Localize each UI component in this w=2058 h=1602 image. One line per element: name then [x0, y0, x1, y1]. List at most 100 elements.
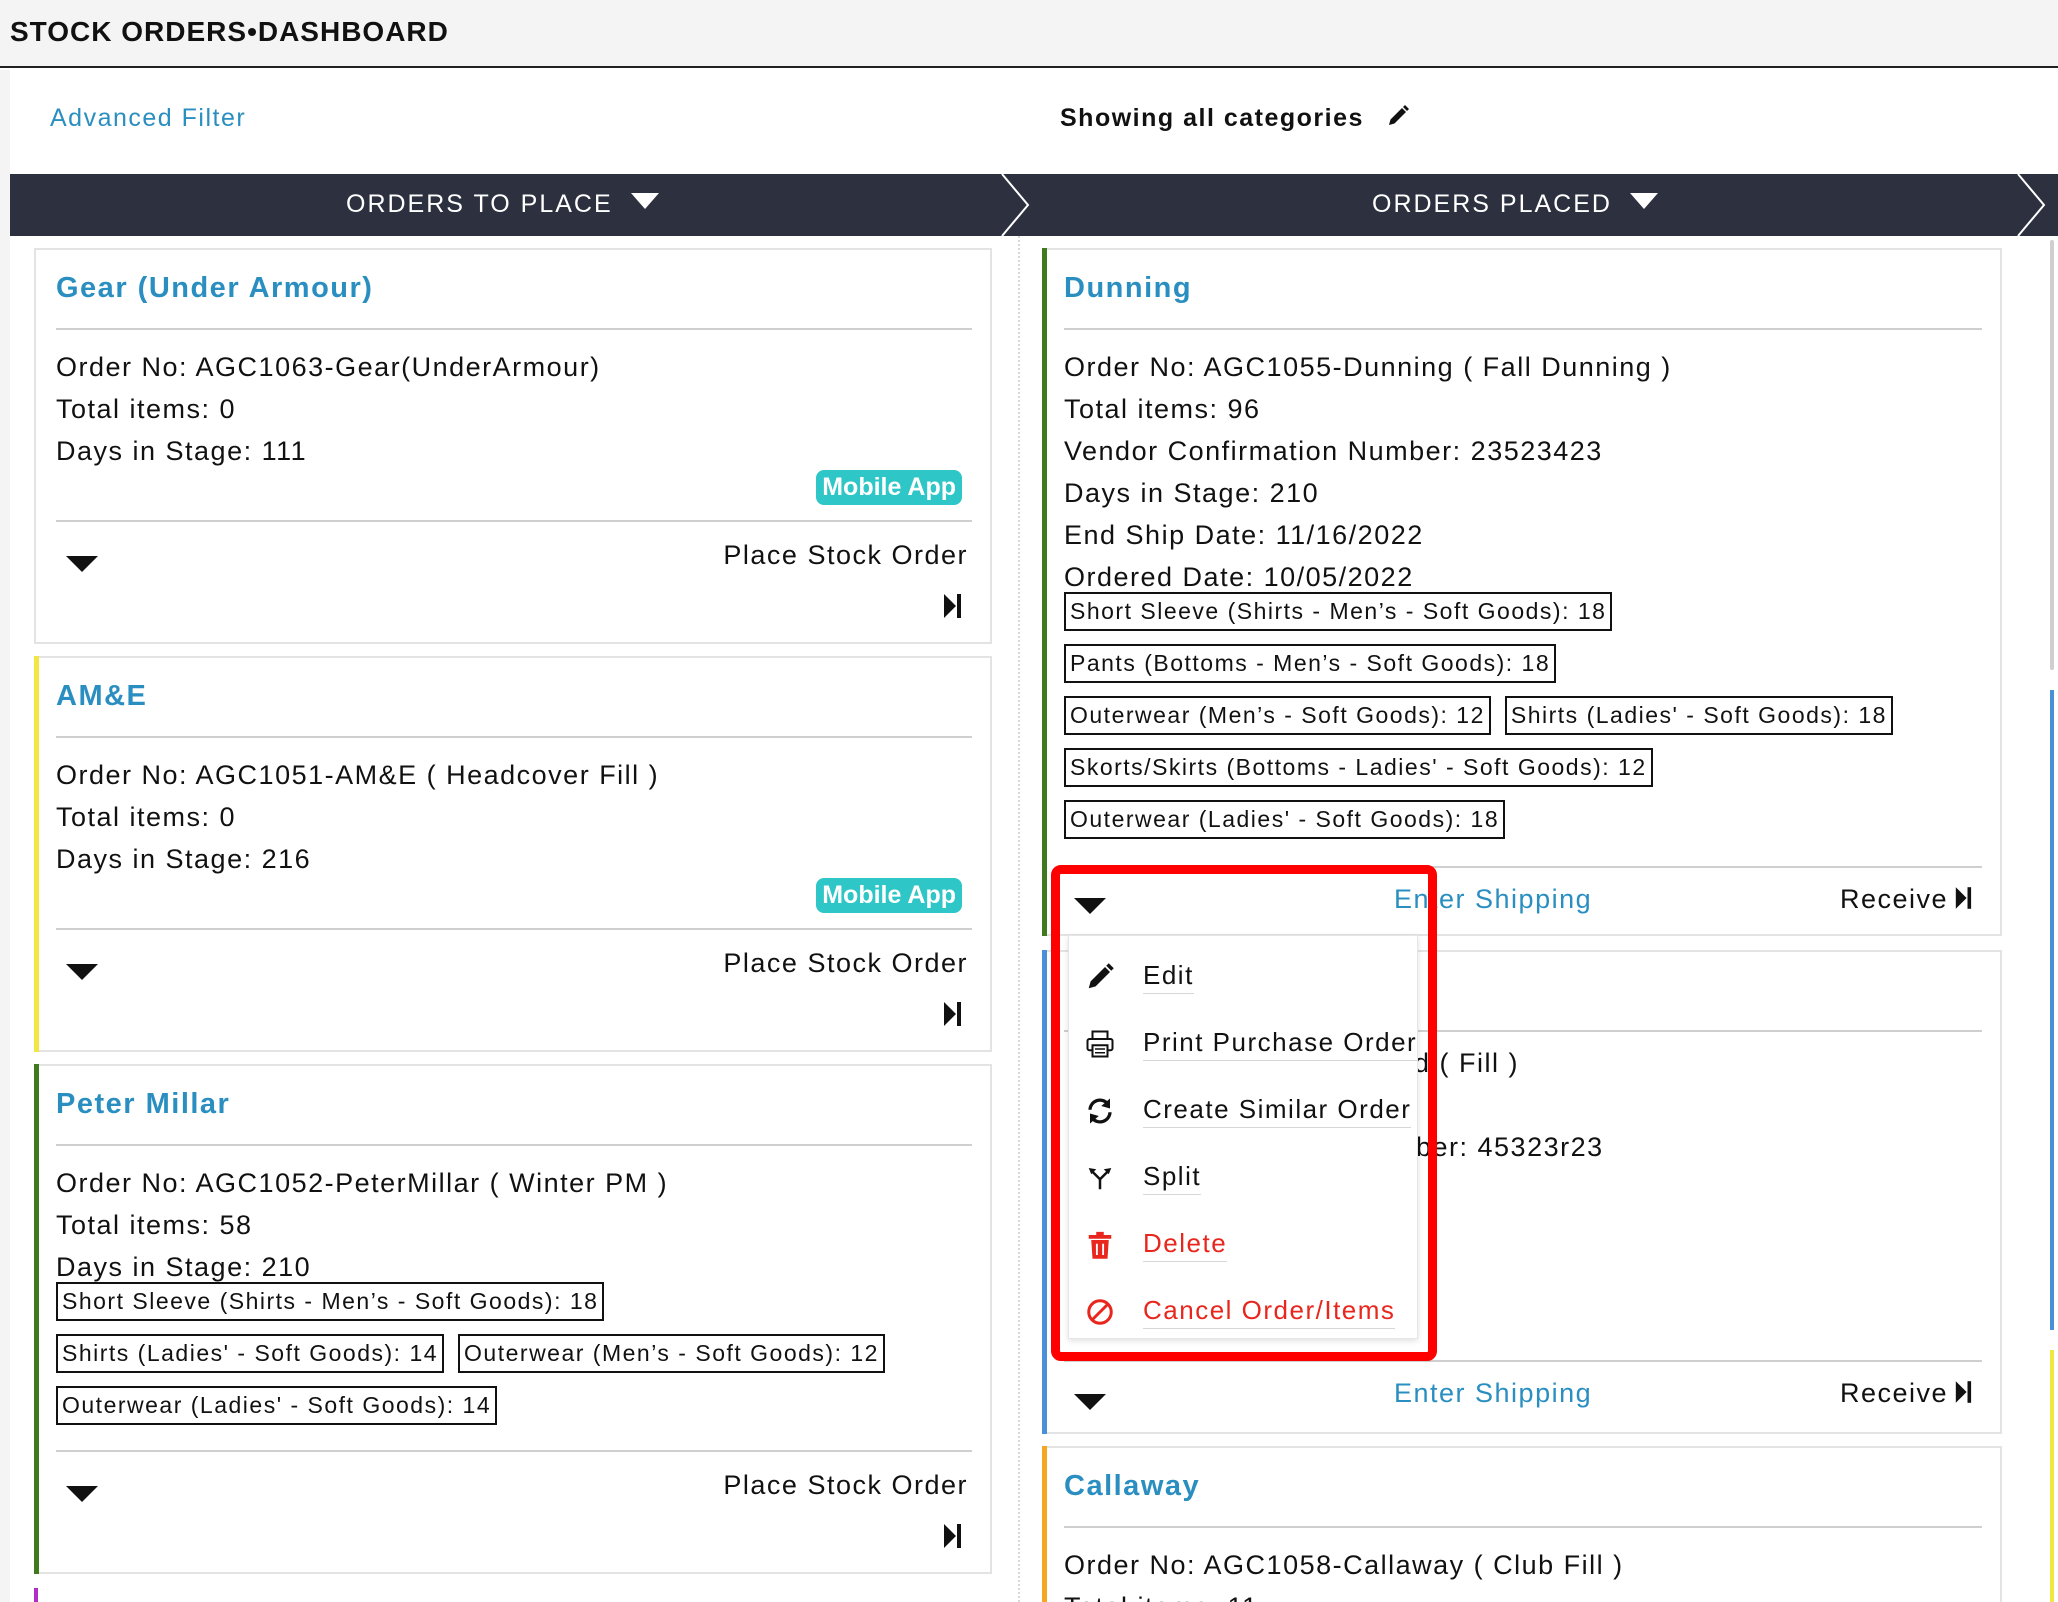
category-tag: Outerwear (Ladies' - Soft Goods): 14: [56, 1386, 498, 1425]
vendor-confirmation: Vendor Confirmation Number: 23523423: [1064, 436, 1603, 466]
category-tag: Outerwear (Men’s - Soft Goods): 12: [458, 1334, 885, 1373]
skip-forward-icon: [1955, 887, 1972, 909]
cancel-icon: [1087, 1299, 1113, 1325]
skip-forward-icon[interactable]: [942, 1000, 962, 1028]
receive-button[interactable]: Receive: [1840, 884, 1972, 915]
category-tag: Outerwear (Men’s - Soft Goods): 12: [1064, 696, 1491, 735]
next-column-stripe: [2050, 690, 2054, 1330]
enter-shipping-link[interactable]: Enter Shipping: [1394, 1378, 1592, 1409]
category-tag: Skorts/Skirts (Bottoms - Ladies' - Soft …: [1064, 748, 1653, 787]
place-stock-order-button[interactable]: Place Stock Order: [723, 948, 968, 979]
end-ship-date: End Ship Date: 11/16/2022: [1064, 520, 1424, 550]
skip-forward-icon[interactable]: [942, 1522, 962, 1550]
pencil-icon[interactable]: [1386, 104, 1410, 135]
dropdown-triangle-icon: [1629, 193, 1658, 209]
card-stripe: [1042, 1446, 1047, 1602]
card-title[interactable]: Callaway: [1064, 1470, 1200, 1503]
printer-icon: [1086, 1030, 1114, 1058]
divider: [1064, 866, 1982, 868]
trash-icon: [1088, 1231, 1112, 1259]
place-stock-order-button[interactable]: Place Stock Order: [723, 540, 968, 571]
divider: [1064, 1360, 1982, 1362]
card-title[interactable]: Dunning: [1064, 272, 1192, 305]
page-title: STOCK ORDERS•DASHBOARD: [10, 16, 449, 47]
divider: [56, 328, 972, 330]
category-filter-label: Showing all categories: [1060, 104, 1364, 133]
expand-caret-icon[interactable]: [1074, 1394, 1106, 1410]
category-filter[interactable]: Showing all categories: [1060, 104, 1410, 135]
column-divider: [1018, 236, 1020, 1602]
card-details: Order No: AGC1052-PeterMillar ( Winter P…: [56, 1162, 668, 1288]
divider: [1064, 328, 1982, 330]
split-icon: [1088, 1168, 1112, 1190]
category-tags: Short Sleeve (Shirts - Men’s - Soft Good…: [1064, 592, 1907, 852]
order-number: Order No: AGC1051-AM&E ( Headcover Fill …: [56, 760, 660, 790]
enter-shipping-link[interactable]: Enter Shipping: [1394, 884, 1592, 915]
column-header-bar: ORDERS TO PLACE ORDERS PLACED: [10, 174, 2058, 236]
card-details: Order No: AGC1051-AM&E ( Headcover Fill …: [56, 754, 659, 880]
card-stripe: [1042, 248, 1047, 936]
chevron-right-icon: [2017, 174, 2046, 236]
category-tag: Shirts (Ladies' - Soft Goods): 18: [1504, 696, 1893, 735]
divider: [56, 928, 972, 930]
expand-caret-icon[interactable]: [66, 1486, 98, 1502]
card-details: Order No: AGC1055-Dunning ( Fall Dunning…: [1064, 346, 1672, 598]
menu-item-label: Print Purchase Order: [1143, 1027, 1418, 1061]
app-header: STOCK ORDERS•DASHBOARD: [0, 0, 2058, 68]
expand-caret-icon[interactable]: [66, 556, 98, 572]
column-label: ORDERS TO PLACE: [346, 190, 613, 218]
next-column-stripe: [2050, 1350, 2054, 1602]
total-items: Total items: 0: [56, 394, 237, 424]
category-tag: Outerwear (Ladies' - Soft Goods): 18: [1064, 800, 1506, 839]
order-card: Peter Millar Order No: AGC1052-PeterMill…: [34, 1064, 992, 1574]
divider: [56, 1144, 972, 1146]
column-orders-to-place[interactable]: ORDERS TO PLACE: [346, 190, 659, 219]
filter-row: Advanced Filter Showing all categories: [10, 70, 2058, 174]
total-items: Total items: 0: [56, 802, 237, 832]
card-title[interactable]: AM&E: [56, 680, 147, 713]
divider: [56, 520, 972, 522]
chevron-right-icon: [1001, 174, 1030, 236]
card-stripe: [34, 1588, 38, 1602]
mobile-app-badge: Mobile App: [816, 470, 962, 505]
left-gutter: [0, 70, 10, 1602]
order-number: Order No: AGC1055-Dunning ( Fall Dunning…: [1064, 352, 1672, 382]
order-card: AM&E Order No: AGC1051-AM&E ( Headcover …: [34, 656, 992, 1052]
expand-caret-icon[interactable]: [1074, 898, 1106, 914]
receive-label: Receive: [1839, 884, 1948, 914]
order-number: Order No: AGC1052-PeterMillar ( Winter P…: [56, 1168, 669, 1198]
menu-item-label: Cancel Order/Items: [1143, 1295, 1396, 1329]
column-label: ORDERS PLACED: [1372, 190, 1612, 218]
advanced-filter-link[interactable]: Advanced Filter: [50, 104, 246, 133]
menu-item-label: Delete: [1143, 1228, 1228, 1262]
card-details: Order No: AGC1063-Gear(UnderArmour) Tota…: [56, 346, 601, 472]
scrollbar[interactable]: [2050, 240, 2054, 670]
dropdown-triangle-icon: [630, 193, 659, 209]
menu-item-label: Edit: [1143, 960, 1194, 994]
order-actions-menu: Edit Print Purchase Order Create Similar…: [1068, 935, 1418, 1339]
mobile-app-badge: Mobile App: [816, 878, 962, 913]
category-tag: Short Sleeve (Shirts - Men’s - Soft Good…: [56, 1282, 605, 1321]
column-orders-placed[interactable]: ORDERS PLACED: [1372, 190, 1658, 219]
card-title[interactable]: Gear (Under Armour): [56, 272, 373, 305]
card-details: Order No: AGC1058-Callaway ( Club Fill )…: [1064, 1544, 1624, 1602]
place-stock-order-button[interactable]: Place Stock Order: [723, 1470, 968, 1501]
receive-label: Receive: [1839, 1378, 1948, 1408]
category-tag: Pants (Bottoms - Men’s - Soft Goods): 18: [1064, 644, 1557, 683]
order-card: Dunning Order No: AGC1055-Dunning ( Fall…: [1042, 248, 2002, 936]
category-tag: Short Sleeve (Shirts - Men’s - Soft Good…: [1064, 592, 1613, 631]
order-number: Order No: AGC1063-Gear(UnderArmour): [56, 352, 601, 382]
expand-caret-icon[interactable]: [66, 964, 98, 980]
menu-item-label: Create Similar Order: [1143, 1094, 1412, 1128]
divider: [1064, 1526, 1982, 1528]
card-stripe: [34, 248, 39, 644]
receive-button[interactable]: Receive: [1840, 1378, 1972, 1409]
order-number-partial: d ( Fill ): [1414, 1048, 1519, 1078]
days-in-stage: Days in Stage: 216: [56, 844, 312, 874]
category-tag: Shirts (Ladies' - Soft Goods): 14: [56, 1334, 445, 1373]
skip-forward-icon[interactable]: [942, 592, 962, 620]
divider: [56, 736, 972, 738]
total-items: Total items: 96: [1064, 394, 1261, 424]
order-card: Callaway Order No: AGC1058-Callaway ( Cl…: [1042, 1446, 2002, 1602]
card-title[interactable]: Peter Millar: [56, 1088, 230, 1121]
